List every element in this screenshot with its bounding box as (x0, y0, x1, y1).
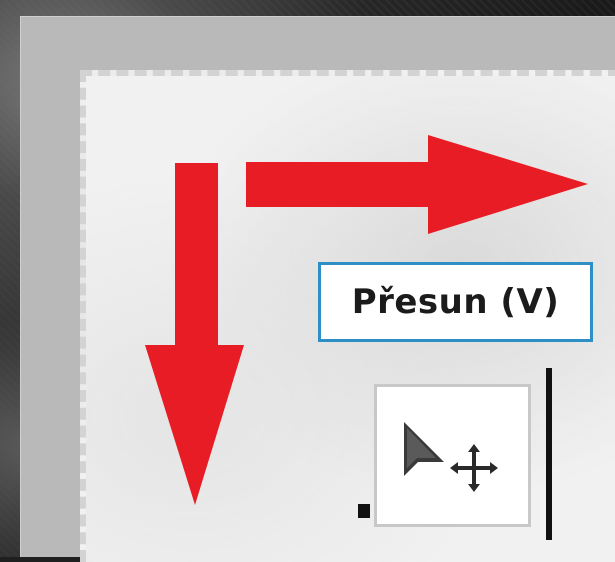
tooltip-label: Přesun (V) (351, 282, 560, 322)
tool-flyout-indicator (358, 504, 370, 518)
move-tool-icon (403, 421, 498, 492)
move-tool-button[interactable] (374, 384, 531, 527)
toolbar-divider (546, 368, 552, 540)
arrow-down (145, 163, 244, 505)
arrow-cursor-icon (403, 421, 444, 476)
toolbar-tool-group (358, 368, 554, 557)
tool-tooltip: Přesun (V) (318, 262, 593, 342)
move-cross-icon (449, 443, 498, 492)
arrow-right (246, 135, 588, 234)
